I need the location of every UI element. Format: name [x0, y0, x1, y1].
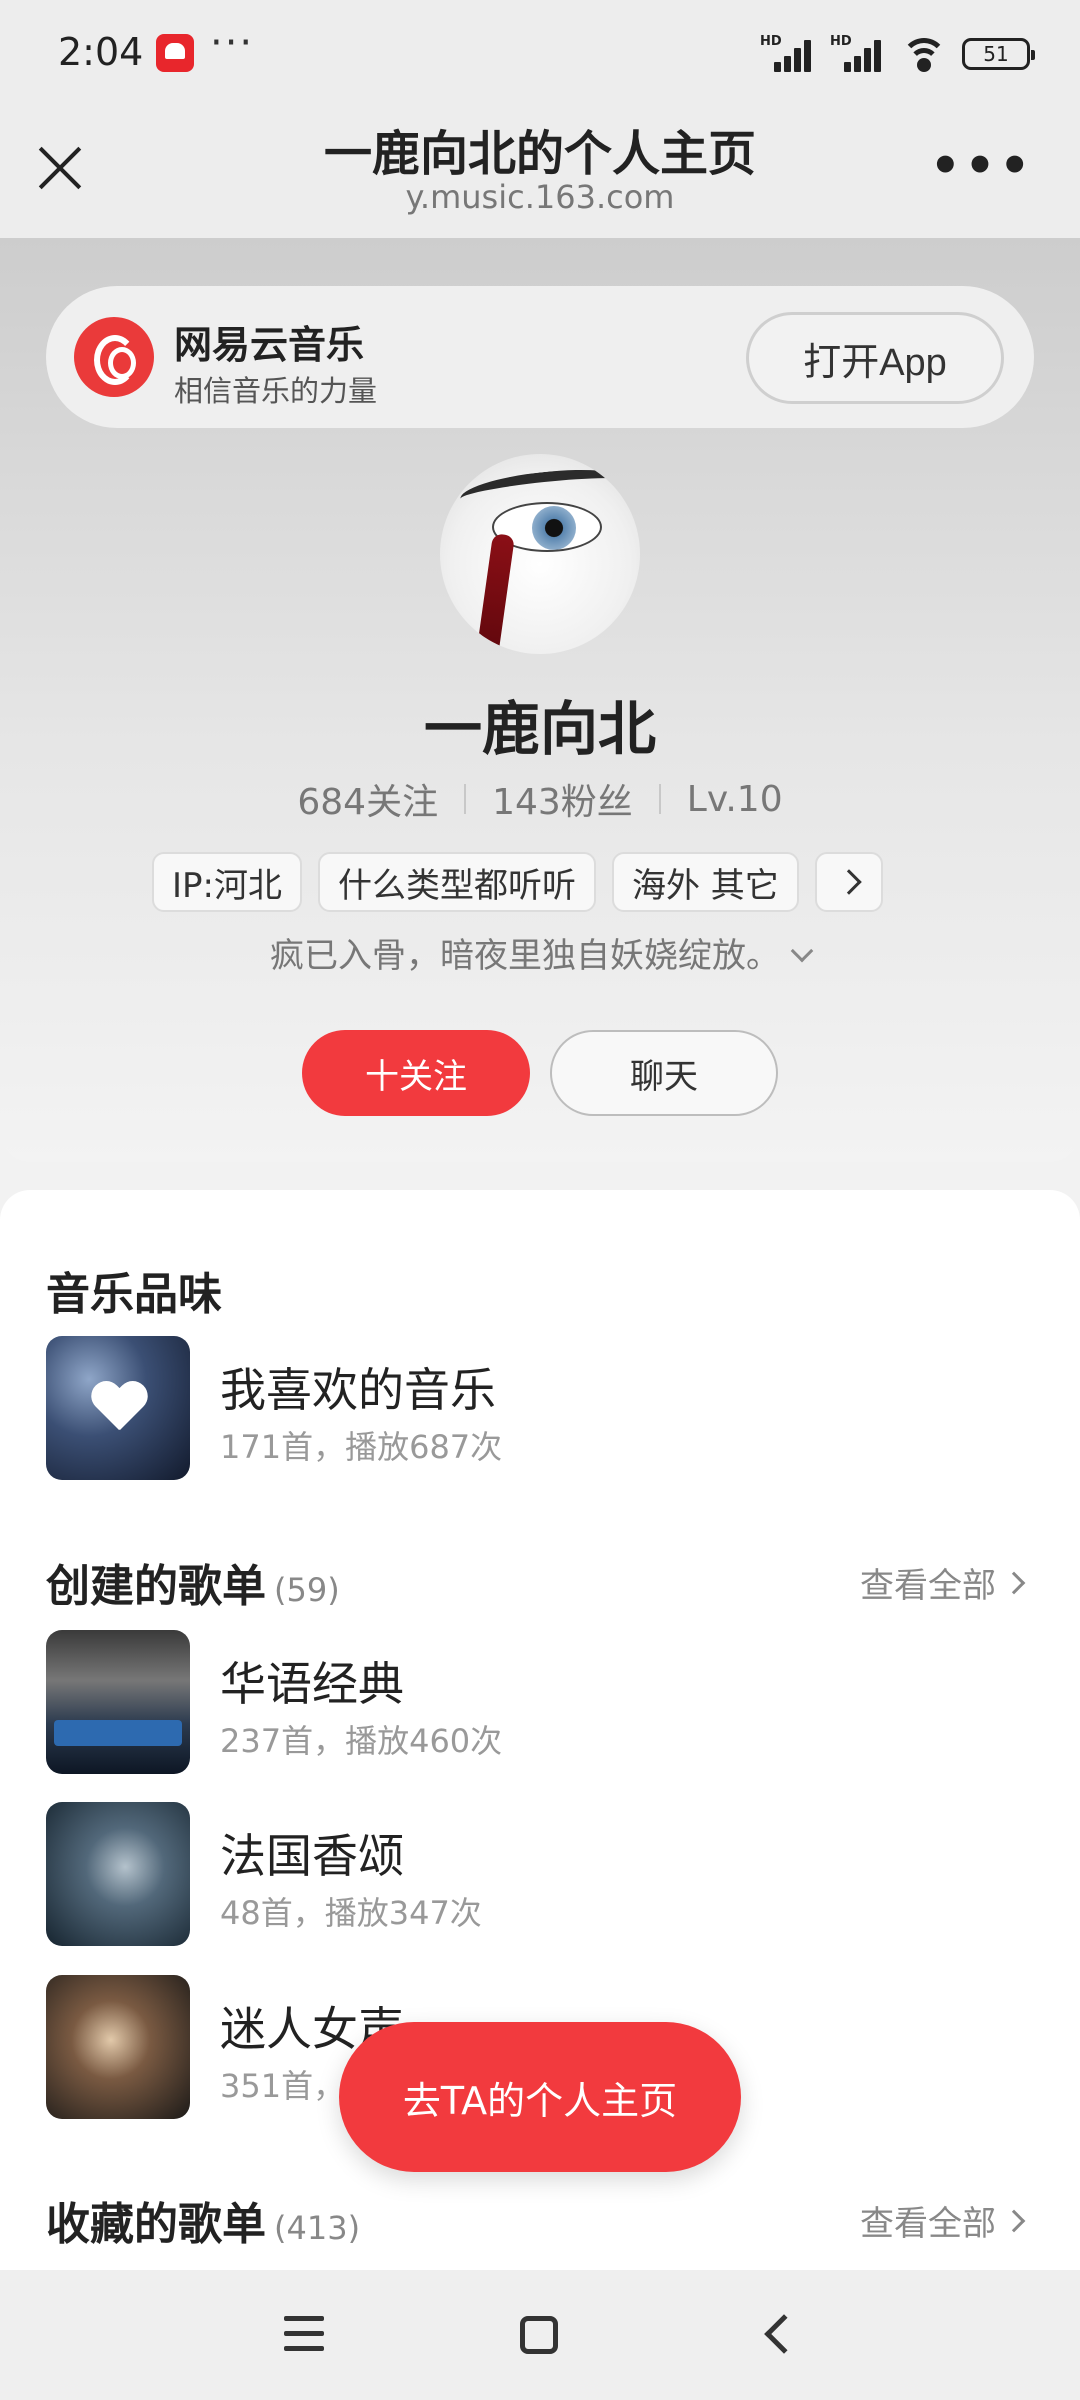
playlist-name: 华语经典	[220, 1657, 404, 1711]
bio-text: 疯已入骨，暗夜里独自妖娆绽放。	[270, 936, 780, 976]
created-count: (59)	[274, 1571, 340, 1609]
chevron-right-icon	[1002, 2209, 1026, 2232]
chat-button[interactable]: 聊天	[550, 1030, 778, 1116]
collected-title-text: 收藏的歌单	[46, 2199, 266, 2250]
playlist-name: 法国香颂	[220, 1829, 404, 1883]
playlist-stats: 237首，播放460次	[220, 1722, 503, 1760]
divider	[464, 784, 467, 814]
playlist-cover	[46, 1630, 190, 1774]
wifi-icon	[900, 36, 948, 72]
signal-icon: HD	[760, 34, 816, 72]
profile-tags: IP:河北 什么类型都听听 海外 其它	[152, 852, 883, 912]
system-nav-bar	[0, 2270, 1080, 2400]
signal-icon-2: HD	[830, 34, 886, 72]
playlist-cover	[46, 1802, 190, 1946]
more-options-icon[interactable]: •••	[930, 138, 1034, 194]
fans-count[interactable]: 143粉丝	[492, 773, 633, 825]
back-icon[interactable]	[764, 2314, 804, 2354]
playlist-cover	[46, 1336, 190, 1480]
go-to-profile-button[interactable]: 去TA的个人主页	[339, 2022, 741, 2172]
list-item[interactable]: 法国香颂 48首，播放347次	[46, 1802, 1036, 1946]
profile-header: 网易云音乐 相信音乐的力量 打开App 一鹿向北 684关注 143粉丝 Lv.…	[0, 238, 1080, 1162]
collected-count: (413)	[274, 2209, 361, 2247]
home-icon[interactable]	[520, 2316, 558, 2354]
netease-music-logo-icon	[74, 317, 154, 397]
collected-playlists-title: 收藏的歌单 (413)	[46, 2188, 360, 2252]
created-playlists-title: 创建的歌单 (59)	[46, 1550, 340, 1614]
status-bar: 2:04 ··· HD HD 51	[0, 0, 1080, 100]
avatar[interactable]	[440, 454, 640, 654]
tag-genre[interactable]: 什么类型都听听	[318, 852, 596, 912]
page-url: y.music.163.com	[405, 178, 675, 216]
tag-region[interactable]: 海外 其它	[612, 852, 799, 912]
profile-name: 一鹿向北	[423, 695, 656, 763]
banner-slogan: 相信音乐的力量	[174, 374, 378, 408]
list-item-liked-music[interactable]: 我喜欢的音乐 171首，播放687次	[46, 1336, 1036, 1480]
app-notification-icon	[156, 34, 194, 72]
app-banner[interactable]: 网易云音乐 相信音乐的力量 打开App	[46, 286, 1034, 428]
view-all-label: 查看全部	[860, 2204, 996, 2244]
playlist-name: 我喜欢的音乐	[220, 1363, 496, 1417]
chevron-down-icon	[790, 939, 814, 963]
chevron-right-icon	[1002, 1571, 1026, 1594]
battery-icon: 51	[962, 38, 1035, 70]
hd-label: HD	[760, 34, 782, 49]
created-title-text: 创建的歌单	[46, 1561, 266, 1612]
profile-bio[interactable]: 疯已入骨，暗夜里独自妖娆绽放。	[0, 928, 1080, 977]
following-count[interactable]: 684关注	[297, 773, 438, 825]
follow-button[interactable]: 十关注	[302, 1030, 530, 1116]
playlist-stats: 48首，播放347次	[220, 1894, 482, 1932]
open-app-button[interactable]: 打开App	[746, 312, 1004, 404]
browser-header: 一鹿向北的个人主页 y.music.163.com •••	[0, 100, 1080, 238]
page-title: 一鹿向北的个人主页	[323, 126, 756, 182]
divider	[658, 784, 661, 814]
collected-view-all-link[interactable]: 查看全部	[860, 2196, 1026, 2245]
playlist-stats: 171首，播放687次	[220, 1428, 503, 1466]
status-icons: HD HD 51	[760, 34, 1035, 74]
hd-label-2: HD	[830, 34, 852, 49]
tag-ip[interactable]: IP:河北	[152, 852, 302, 912]
music-taste-title: 音乐品味	[46, 1269, 222, 1320]
level-badge: Lv.10	[686, 778, 783, 820]
view-all-label: 查看全部	[860, 1566, 996, 1606]
profile-stats: 684关注 143粉丝 Lv.10	[0, 773, 1080, 825]
status-time: 2:04	[58, 30, 144, 74]
tags-more-button[interactable]	[814, 852, 883, 912]
playlist-cover	[46, 1975, 190, 2119]
more-notifications-icon: ···	[210, 20, 255, 66]
menu-icon[interactable]	[284, 2316, 324, 2352]
heart-icon	[90, 1382, 148, 1434]
banner-app-name: 网易云音乐	[174, 323, 365, 367]
created-view-all-link[interactable]: 查看全部	[860, 1558, 1026, 1607]
chevron-right-icon	[836, 869, 862, 895]
list-item[interactable]: 华语经典 237首，播放460次	[46, 1630, 1036, 1774]
